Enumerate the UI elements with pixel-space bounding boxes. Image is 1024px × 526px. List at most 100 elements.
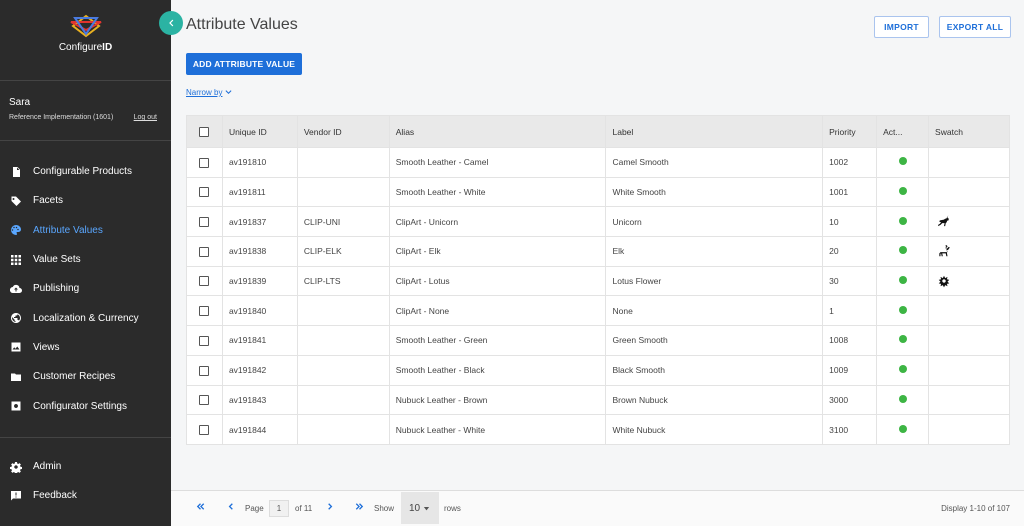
cell-alias: Smooth Leather - Black <box>388 354 607 386</box>
rows-per-page-select[interactable]: 10 <box>401 492 439 524</box>
cell-swatch <box>928 295 1010 327</box>
row-checkbox[interactable] <box>199 365 210 376</box>
active-status-dot <box>899 335 908 344</box>
row-checkbox[interactable] <box>199 395 210 406</box>
nav-item-value-sets[interactable]: Value Sets <box>0 245 171 274</box>
logout-link[interactable]: Log out <box>134 114 157 121</box>
double-chevron-right-icon <box>355 503 364 510</box>
nav-item-label: Localization & Currency <box>33 312 139 324</box>
cell-vendor-id: CLIP-ELK <box>296 236 390 267</box>
user-org: Reference Implementation (1601) <box>9 114 114 121</box>
cell-label: Green Smooth <box>605 325 824 356</box>
column-header-label[interactable]: Label <box>605 115 824 148</box>
cell-swatch <box>928 265 1010 297</box>
cell-vendor-id <box>296 414 390 445</box>
show-label: Show <box>374 504 395 513</box>
active-status-dot <box>899 276 908 285</box>
cell-vendor-id <box>296 176 390 208</box>
row-select-cell <box>186 236 223 267</box>
table-row[interactable]: av191839 CLIP-LTS ClipArt - Lotus Lotus … <box>186 265 1010 297</box>
feedback-icon <box>9 489 22 502</box>
column-header-vendor-id[interactable]: Vendor ID <box>296 115 390 148</box>
cell-unique-id: av191843 <box>221 384 298 416</box>
column-header-active[interactable]: Act... <box>876 115 930 148</box>
cell-vendor-id <box>296 147 390 178</box>
cell-vendor-id: CLIP-LTS <box>296 265 390 297</box>
table-row[interactable]: av191837 CLIP-UNI ClipArt - Unicorn Unic… <box>186 206 1010 238</box>
last-page-button[interactable] <box>354 501 365 514</box>
row-select-cell <box>186 414 223 445</box>
current-page-input[interactable]: 1 <box>269 500 289 517</box>
nav-item-label: Customer Recipes <box>33 371 116 383</box>
chevron-right-icon <box>328 503 333 510</box>
nav-item-feedback[interactable]: Feedback <box>0 481 171 510</box>
active-status-dot <box>899 365 908 374</box>
cell-active <box>876 295 930 327</box>
row-checkbox[interactable] <box>199 276 210 287</box>
nav-item-configurable-products[interactable]: Configurable Products <box>0 157 171 186</box>
column-header-unique-id[interactable]: Unique ID <box>221 115 298 148</box>
table-row[interactable]: av191841 Smooth Leather - Green Green Sm… <box>186 325 1010 356</box>
configureid-logo-icon <box>70 14 101 38</box>
column-header-alias[interactable]: Alias <box>388 115 607 148</box>
add-attribute-value-button[interactable]: ADD ATTRIBUTE VALUE <box>186 53 302 75</box>
table-row[interactable]: av191842 Smooth Leather - Black Black Sm… <box>186 354 1010 386</box>
nav-item-attribute-values[interactable]: Attribute Values <box>0 216 171 245</box>
column-header-swatch[interactable]: Swatch <box>928 115 1010 148</box>
rows-per-page-value: 10 <box>408 502 421 514</box>
row-checkbox[interactable] <box>199 335 210 346</box>
nav-item-admin[interactable]: Admin <box>0 452 171 481</box>
next-page-button[interactable] <box>325 501 336 514</box>
table-row[interactable]: av191844 Nubuck Leather - White White Nu… <box>186 414 1010 445</box>
row-checkbox[interactable] <box>199 306 210 317</box>
narrow-by-toggle[interactable]: Narrow by <box>186 88 233 97</box>
palette-icon <box>9 224 22 237</box>
cell-unique-id: av191837 <box>221 206 298 238</box>
row-checkbox[interactable] <box>199 187 210 198</box>
cell-swatch <box>928 414 1010 445</box>
nav-item-facets[interactable]: Facets <box>0 186 171 215</box>
table-row[interactable]: av191838 CLIP-ELK ClipArt - Elk Elk 20 <box>186 236 1010 267</box>
cell-swatch <box>928 236 1010 267</box>
cell-swatch <box>928 206 1010 238</box>
folder-icon <box>9 370 22 383</box>
gear-icon <box>9 460 22 473</box>
row-checkbox[interactable] <box>199 217 210 228</box>
select-all-checkbox[interactable] <box>199 126 210 137</box>
chevron-left-icon <box>169 19 174 27</box>
cell-priority: 1 <box>822 295 878 327</box>
table-row[interactable]: av191843 Nubuck Leather - Brown Brown Nu… <box>186 384 1010 416</box>
first-page-button[interactable] <box>195 501 206 514</box>
cell-unique-id: av191810 <box>221 147 298 178</box>
previous-page-button[interactable] <box>225 501 236 514</box>
table-row[interactable]: av191840 ClipArt - None None 1 <box>186 295 1010 327</box>
nav-item-views[interactable]: Views <box>0 333 171 362</box>
cell-active <box>876 354 930 386</box>
cell-label: Elk <box>605 236 824 267</box>
column-header-priority[interactable]: Priority <box>822 115 878 148</box>
row-checkbox[interactable] <box>199 157 210 168</box>
nav-item-localization-currency[interactable]: Localization & Currency <box>0 303 171 332</box>
row-checkbox[interactable] <box>199 424 210 435</box>
import-button[interactable]: IMPORT <box>874 16 929 38</box>
nav-item-configurator-settings[interactable]: Configurator Settings <box>0 391 171 420</box>
table-row[interactable]: av191810 Smooth Leather - Camel Camel Sm… <box>186 147 1010 178</box>
cell-swatch <box>928 147 1010 178</box>
attribute-values-table: Unique ID Vendor ID Alias Label Priority… <box>186 115 1010 445</box>
lotus-icon <box>938 275 950 288</box>
row-select-cell <box>186 147 223 178</box>
cell-swatch <box>928 325 1010 356</box>
cell-swatch <box>928 354 1010 386</box>
export-all-button[interactable]: EXPORT ALL <box>939 16 1011 38</box>
collapse-sidebar-button[interactable] <box>159 11 183 35</box>
chevron-left-icon <box>228 503 233 510</box>
cell-alias: ClipArt - Lotus <box>388 265 607 297</box>
table-row[interactable]: av191811 Smooth Leather - White White Sm… <box>186 176 1010 208</box>
nav-item-customer-recipes[interactable]: Customer Recipes <box>0 362 171 391</box>
cell-active <box>876 176 930 208</box>
table-header-row: Unique ID Vendor ID Alias Label Priority… <box>186 115 1010 148</box>
nav-item-publishing[interactable]: Publishing <box>0 274 171 303</box>
document-icon <box>9 165 22 178</box>
row-checkbox[interactable] <box>199 246 210 257</box>
narrow-by-label: Narrow by <box>186 88 223 97</box>
